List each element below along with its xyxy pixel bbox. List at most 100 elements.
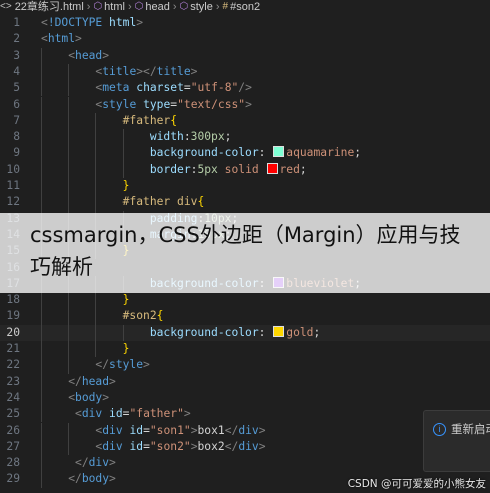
code-token: { [197, 195, 205, 209]
code-line[interactable]: 28 </div> [0, 455, 490, 472]
line-number: 11 [6, 179, 20, 192]
code-token: div [81, 407, 103, 421]
code-token: { [156, 309, 164, 323]
chevron-left-right-icon: <> [0, 1, 12, 12]
code-token: box1 [197, 423, 225, 437]
code-line[interactable]: 24 <body> [0, 389, 490, 407]
breadcrumb-item-file[interactable]: <> 22章练习.html [0, 0, 84, 14]
code-token: #father [122, 113, 171, 127]
code-token: background-color [149, 146, 259, 160]
code-line[interactable]: 25 <div id="father"> [0, 406, 490, 423]
code-token: /> [238, 81, 252, 95]
code-line[interactable]: 8 width:300px; [0, 129, 490, 146]
color-swatch-icon[interactable] [273, 146, 285, 158]
code-content: #father{ [41, 113, 177, 129]
line-number: 3 [13, 48, 20, 62]
info-icon: i [433, 423, 446, 436]
code-line[interactable]: 2 <html> [0, 31, 490, 47]
code-line[interactable]: 1 <!DOCTYPE html> [0, 15, 490, 31]
code-content: } [41, 292, 130, 308]
color-swatch-icon[interactable] [266, 162, 278, 174]
line-number: 27 [6, 439, 20, 453]
code-token: div [238, 439, 259, 453]
code-token: : [258, 325, 273, 339]
notification-text: 重新启动 [451, 422, 490, 436]
line-number: 12 [6, 195, 20, 209]
code-token: > [190, 64, 198, 78]
code-line[interactable]: 11 } [0, 178, 490, 195]
code-token: < [41, 16, 48, 29]
code-line[interactable]: 26 <div id="son1">box1</div> [0, 422, 490, 439]
code-content: <head> [41, 48, 109, 64]
breadcrumb-item-head[interactable]: ⬡ head [135, 0, 170, 14]
code-token: border [149, 162, 191, 176]
code-line[interactable]: 23 </head> [0, 373, 490, 390]
code-line[interactable]: 5 <meta charset="utf-8"/> [0, 80, 490, 97]
code-line[interactable]: 22 </style> [0, 357, 490, 374]
code-token: #son2 [122, 309, 157, 323]
line-number: 5 [13, 81, 20, 95]
breadcrumb-item-html[interactable]: ⬡ html [93, 0, 125, 14]
line-number: 6 [13, 97, 20, 111]
code-token: !DOCTYPE [47, 16, 103, 29]
code-token: html [47, 32, 76, 46]
code-token: = [183, 81, 191, 95]
code-line[interactable]: 20 background-color: gold; [0, 324, 490, 341]
code-line[interactable]: 9 background-color: aquamarine; [0, 145, 490, 162]
code-token: > [143, 358, 150, 372]
code-line[interactable]: 27 <div id="son2">box2</div> [0, 438, 490, 456]
article-title: cssmargin，CSS外边距（Margin）应用与技巧解析 [30, 223, 461, 279]
code-line[interactable]: 19 #son2{ [0, 308, 490, 325]
code-token: meta [102, 81, 130, 95]
code-line[interactable]: 12 #father div{ [0, 194, 490, 211]
code-line[interactable]: 6 <style type="text/css"> [0, 96, 490, 113]
line-number: 1 [13, 16, 20, 29]
line-number: 23 [6, 374, 20, 388]
code-token: style [102, 97, 137, 111]
code-line[interactable]: 10 border:5px solid red; [0, 161, 490, 178]
line-number: 24 [6, 390, 20, 404]
code-token: </ [224, 423, 239, 437]
code-content: } [41, 341, 130, 357]
code-token: aquamarine [286, 146, 355, 160]
line-number: 29 [6, 472, 20, 486]
code-token: "father" [129, 407, 184, 421]
code-line[interactable]: 21 } [0, 341, 490, 358]
code-token: > [109, 456, 116, 470]
code-content: <style type="text/css"> [41, 97, 252, 113]
code-content: width:300px; [41, 129, 232, 145]
code-line[interactable]: 18 } [0, 292, 490, 309]
code-token: id [109, 407, 123, 421]
code-line[interactable]: 4 <title></title> [0, 63, 490, 81]
code-token: ; [224, 130, 232, 144]
code-content: <body> [41, 390, 109, 406]
code-token: > [109, 374, 116, 388]
code-line[interactable]: 3 <head> [0, 47, 490, 64]
code-token: > [102, 390, 110, 404]
code-content: </style> [41, 357, 150, 373]
code-token: div [238, 423, 259, 437]
code-token: < [41, 32, 48, 46]
breadcrumb-item-son2[interactable]: # #son2 [223, 0, 261, 14]
color-swatch-icon[interactable] [273, 325, 285, 337]
line-number: 20 [6, 325, 20, 339]
code-token: </ [75, 456, 89, 470]
code-token: head [75, 48, 103, 62]
code-token: > [102, 48, 110, 62]
code-token: ; [299, 162, 307, 176]
breadcrumb-item-style[interactable]: ⬡ style [180, 0, 213, 14]
code-token: > [75, 32, 82, 46]
code-token: "son1" [149, 423, 191, 437]
code-line[interactable]: 7 #father{ [0, 112, 490, 130]
line-number: 8 [13, 130, 20, 144]
code-content: <div id="son2">box2</div> [41, 439, 265, 455]
notification-toast[interactable]: i 重新启动 [423, 410, 490, 472]
